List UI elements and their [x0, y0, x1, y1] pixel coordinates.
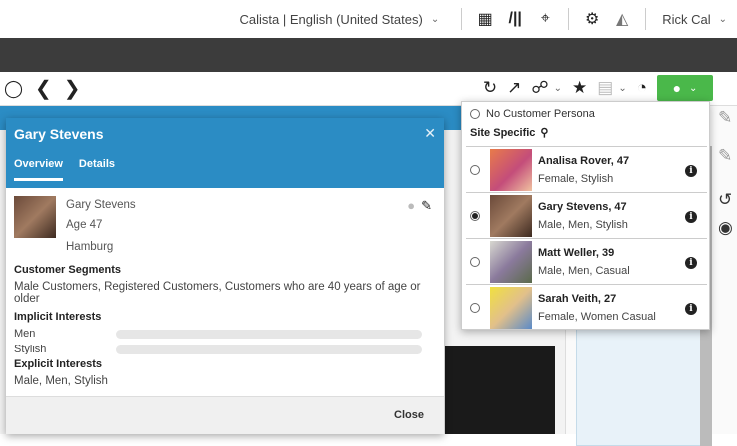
divider: [461, 8, 463, 30]
persona-option[interactable]: Gary Stevens, 47 Male, Men, Stylish i: [466, 192, 707, 238]
library-icon[interactable]: /||: [500, 7, 530, 31]
persona-name: Gary Stevens, 47: [538, 200, 627, 213]
divider: [645, 8, 647, 30]
chevron-down-icon: ⌄: [430, 13, 440, 25]
site-locale-label: Calista | English (United States): [239, 11, 423, 27]
dialog-header: Gary Stevens ✕ Overview Details: [6, 118, 444, 188]
radio[interactable]: [470, 302, 480, 313]
no-persona-option[interactable]: No Customer Persona: [470, 108, 595, 120]
back-icon[interactable]: ❮: [35, 76, 52, 101]
user-name: Rick Cal: [662, 11, 711, 27]
segments-heading: Customer Segments: [14, 264, 121, 276]
interest-bar: [116, 345, 422, 354]
site-specific-header: Site Specific ⚲: [470, 126, 548, 140]
persona-name: Analisa Rover, 47: [538, 154, 630, 167]
persona-icon: ●: [672, 80, 682, 96]
persona-desc: Female, Stylish: [538, 172, 614, 185]
profile-name: Gary Stevens: [66, 199, 136, 211]
implicit-heading: Implicit Interests: [14, 311, 102, 323]
persona-name: Matt Weller, 39: [538, 246, 615, 259]
explicit-heading: Explicit Interests: [14, 358, 103, 370]
interest-label: Men: [14, 328, 36, 340]
share-icon[interactable]: ☍ ⌄: [531, 78, 562, 98]
persona-option[interactable]: Analisa Rover, 47 Female, Stylish i: [466, 146, 707, 192]
globe-off-icon[interactable]: ◉: [718, 218, 733, 238]
locate-icon[interactable]: ⌖: [530, 7, 560, 31]
edit-icon[interactable]: ✎: [718, 108, 732, 128]
grid-icon[interactable]: ▦: [470, 7, 500, 31]
radio[interactable]: [470, 256, 480, 267]
radio[interactable]: [470, 164, 480, 175]
star-icon[interactable]: ★: [572, 78, 587, 98]
profile-age: Age 47: [66, 219, 103, 231]
profile-city: Hamburg: [66, 241, 114, 253]
persona-desc: Male, Men, Stylish: [538, 218, 628, 231]
time-travel-icon[interactable]: ◔: [637, 78, 647, 98]
persona-desc: Male, Men, Casual: [538, 264, 630, 277]
profile-summary: Gary Stevens Age 47 Hamburg: [14, 196, 434, 258]
radio[interactable]: [470, 109, 480, 119]
site-locale-selector[interactable]: Calista | English (United States) ⌄: [240, 12, 440, 27]
edit-off-icon[interactable]: ✎: [718, 146, 732, 166]
info-icon[interactable]: i: [685, 165, 697, 177]
chevron-down-icon: ⌄: [689, 82, 698, 94]
persona-name: Sarah Veith, 27: [538, 292, 617, 305]
top-bar: Calista | English (United States) ⌄ ▦ /|…: [0, 0, 737, 38]
interest-row: Stylish: [14, 345, 434, 354]
close-button[interactable]: Close: [394, 409, 424, 421]
avatar: [490, 194, 532, 237]
close-icon[interactable]: ✕: [424, 125, 436, 142]
divider: [568, 8, 570, 30]
preview-image: [445, 346, 555, 434]
chevron-down-icon: ⌄: [718, 13, 727, 25]
persona-details-dialog: Gary Stevens ✕ Overview Details Gary Ste…: [6, 118, 444, 434]
info-icon[interactable]: i: [685, 303, 697, 315]
persona-list: Analisa Rover, 47 Female, Stylish i Gary…: [466, 146, 707, 330]
reload-icon[interactable]: ↻: [483, 78, 497, 98]
segments-text: Male Customers, Registered Customers, Cu…: [14, 281, 421, 305]
dialog-footer: Close: [6, 396, 444, 434]
persona-desc: Female, Women Casual: [538, 310, 656, 323]
avatar: [14, 196, 56, 238]
open-external-icon[interactable]: ↗: [507, 78, 521, 98]
inbox-icon[interactable]: ◭: [607, 7, 637, 31]
lightbulb-icon[interactable]: ◯: [4, 79, 23, 99]
tab-strip: [0, 38, 737, 72]
persona-chooser-button[interactable]: ● ⌄: [657, 75, 713, 101]
interest-label: Stylish: [14, 345, 47, 354]
dialog-title: Gary Stevens: [14, 126, 104, 142]
search-icon[interactable]: ⚲: [540, 126, 548, 139]
info-icon[interactable]: i: [685, 257, 697, 269]
avatar: [490, 286, 532, 329]
persona-option[interactable]: Sarah Veith, 27 Female, Women Casual i: [466, 284, 707, 330]
site-specific-label: Site Specific: [470, 126, 536, 139]
radio[interactable]: [470, 210, 480, 221]
tab-overview[interactable]: Overview: [14, 158, 63, 181]
interest-bar: [116, 329, 422, 339]
no-persona-label: No Customer Persona: [486, 108, 595, 120]
user-menu[interactable]: Rick Cal ⌄: [662, 12, 727, 27]
persona-option[interactable]: Matt Weller, 39 Male, Men, Casual i: [466, 238, 707, 284]
avatar: [490, 148, 532, 191]
image-icon[interactable]: ▤ ⌄: [597, 78, 626, 98]
settings-icon[interactable]: ⚙: [577, 7, 607, 31]
persona-dropdown: No Customer Persona Site Specific ⚲ Anal…: [461, 101, 710, 330]
user-icon: ●: [407, 198, 416, 213]
forward-icon[interactable]: ❯: [64, 76, 81, 101]
refresh-icon[interactable]: ↺: [718, 190, 732, 210]
pencil-icon[interactable]: ✎: [421, 198, 432, 214]
info-icon[interactable]: i: [685, 211, 697, 223]
avatar: [490, 240, 532, 283]
explicit-text: Male, Men, Stylish: [14, 375, 108, 387]
interest-row: Men: [14, 328, 434, 340]
dialog-body: Gary Stevens Age 47 Hamburg ● ✎ Customer…: [6, 188, 444, 396]
tab-details[interactable]: Details: [79, 158, 115, 181]
